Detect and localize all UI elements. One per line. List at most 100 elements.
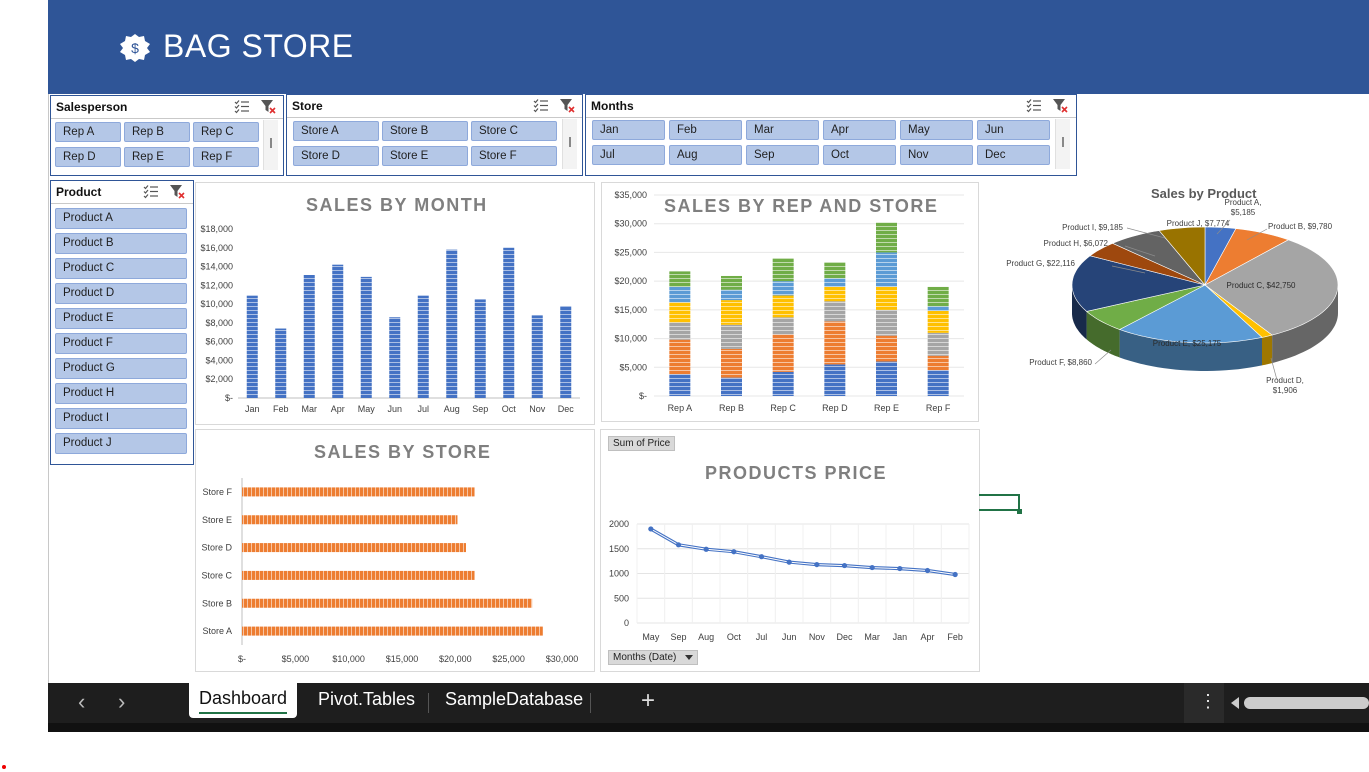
y-tick-label: $-	[639, 391, 647, 401]
slicer-item[interactable]: Rep C	[193, 122, 259, 142]
y-tick-label: $10,000	[614, 334, 647, 344]
slicer-item[interactable]: Nov	[900, 145, 973, 165]
y-tick-label: $35,000	[614, 190, 647, 200]
slicer-item[interactable]: Rep F	[193, 147, 259, 167]
sheet-options[interactable]: ⋮	[1184, 683, 1224, 723]
sales-by-month-chart[interactable]: SALES BY MONTH $- $2,000 $4,000 $6,000 $8,00…	[195, 182, 595, 425]
slicer-item[interactable]: Store A	[293, 121, 379, 141]
x-tick-label: Mar	[302, 404, 318, 414]
slicer-item[interactable]: Product H	[55, 383, 187, 404]
tab-separator	[590, 693, 591, 713]
stacked-bar-segment	[927, 332, 949, 356]
slicer-item[interactable]: Product I	[55, 408, 187, 429]
slicer-title: Product	[56, 185, 102, 199]
slicer-item[interactable]: Rep E	[124, 147, 190, 167]
slicer-scrollbar[interactable]	[562, 119, 577, 169]
bar	[242, 515, 458, 525]
slicer-item[interactable]: Rep B	[124, 122, 190, 142]
y-tick-label: $2,000	[205, 374, 233, 384]
data-point	[703, 546, 709, 552]
bar	[531, 315, 543, 398]
y-tick-label: $5,000	[619, 362, 647, 372]
stacked-bar-segment	[772, 281, 794, 296]
slicer-scrollbar[interactable]	[1055, 119, 1070, 169]
multi-select-icon[interactable]	[143, 184, 159, 199]
multi-select-icon[interactable]	[533, 98, 549, 113]
data-label: Product F, $8,860	[1029, 358, 1092, 367]
slicer-item[interactable]: Product F	[55, 333, 187, 354]
stacked-bar-segment	[927, 306, 949, 312]
multi-select-icon[interactable]	[234, 99, 250, 114]
slicer-item[interactable]: Product A	[55, 208, 187, 229]
selected-cell[interactable]	[979, 494, 1020, 511]
slicer-item[interactable]: Mar	[746, 120, 819, 140]
stacked-bar-segment	[772, 371, 794, 396]
horizontal-scrollbar[interactable]	[1244, 697, 1369, 709]
stacked-bar-segment	[824, 301, 846, 322]
bar	[242, 487, 475, 497]
slicer-item[interactable]: Product G	[55, 358, 187, 379]
x-tick-label: Nov	[809, 632, 826, 642]
slicer-item[interactable]: May	[900, 120, 973, 140]
multi-select-icon[interactable]	[1026, 98, 1042, 113]
stacked-bar-segment	[876, 252, 897, 287]
y-tick-label: Store B	[202, 598, 232, 608]
status-bar	[48, 723, 1369, 732]
stacked-bar-segment	[721, 300, 742, 325]
data-label: Product H, $6,072	[1044, 239, 1109, 248]
clear-filter-icon[interactable]	[559, 98, 575, 113]
slicer-item[interactable]: Store D	[293, 146, 379, 166]
y-tick-label: $30,000	[614, 219, 647, 229]
slicer-item[interactable]: Product E	[55, 308, 187, 329]
slicer-item[interactable]: Jun	[977, 120, 1050, 140]
x-tick-label: Jan	[893, 632, 908, 642]
x-tick-label: May	[642, 632, 660, 642]
tab-dashboard[interactable]: Dashboard	[189, 683, 297, 718]
data-point	[924, 567, 931, 574]
slicer-item[interactable]: Dec	[977, 145, 1050, 165]
slicer-item[interactable]: Rep D	[55, 147, 121, 167]
slicer-item[interactable]: Rep A	[55, 122, 121, 142]
slicer-item[interactable]: Jul	[592, 145, 665, 165]
slicer-item[interactable]: Product J	[55, 433, 187, 454]
sales-by-store-chart[interactable]: SALES BY STORE Store F Store E Store D Stor…	[195, 429, 595, 672]
slicer-item[interactable]: Store F	[471, 146, 557, 166]
left-margin	[0, 0, 48, 772]
slicer-item[interactable]: Feb	[669, 120, 742, 140]
data-label: Product J, $7,774	[1167, 219, 1230, 228]
scroll-left-icon[interactable]	[1231, 697, 1239, 709]
y-tick-label: $16,000	[200, 243, 233, 253]
sales-by-rep-store-chart[interactable]: SALES BY REP AND STORE $- $5,000 $10,000 $1…	[601, 182, 979, 422]
slicer-item[interactable]: Product C	[55, 258, 187, 279]
clear-filter-icon[interactable]	[169, 184, 185, 199]
slicer-item[interactable]: Store E	[382, 146, 468, 166]
tab-pivot-tables[interactable]: Pivot.Tables	[318, 689, 415, 710]
data-label: Product B, $9,780	[1268, 222, 1333, 231]
slicer-header: Salesperson	[51, 96, 283, 119]
data-point	[675, 542, 682, 548]
active-tab-underline	[199, 712, 287, 714]
clear-filter-icon[interactable]	[260, 99, 276, 114]
slicer-item[interactable]: Aug	[669, 145, 742, 165]
slicer-item[interactable]: Sep	[746, 145, 819, 165]
products-price-chart[interactable]: Sum of Price PRODUCTS PRICE Months (Date…	[600, 429, 980, 672]
fill-handle[interactable]	[1017, 509, 1022, 514]
stacked-bar-segment	[876, 222, 897, 253]
slicer-item[interactable]: Product D	[55, 283, 187, 304]
bar	[332, 264, 344, 398]
data-label: Product E, $25,175	[1153, 339, 1222, 348]
slicer-item[interactable]: Store C	[471, 121, 557, 141]
y-tick-label: 500	[614, 593, 629, 603]
slicer-scrollbar[interactable]	[263, 120, 278, 170]
slicer-item[interactable]: Apr	[823, 120, 896, 140]
slicer-item[interactable]: Store B	[382, 121, 468, 141]
clear-filter-icon[interactable]	[1052, 98, 1068, 113]
prev-sheet-icon[interactable]: ‹	[78, 689, 85, 715]
next-sheet-icon[interactable]: ›	[118, 689, 125, 715]
sales-by-product-chart[interactable]: Sales by Product Product A, $5,185 Product…	[985, 180, 1355, 420]
add-sheet-icon[interactable]: +	[641, 687, 655, 715]
slicer-item[interactable]: Jan	[592, 120, 665, 140]
slicer-item[interactable]: Oct	[823, 145, 896, 165]
tab-sample-database[interactable]: SampleDatabase	[445, 689, 583, 710]
slicer-item[interactable]: Product B	[55, 233, 187, 254]
